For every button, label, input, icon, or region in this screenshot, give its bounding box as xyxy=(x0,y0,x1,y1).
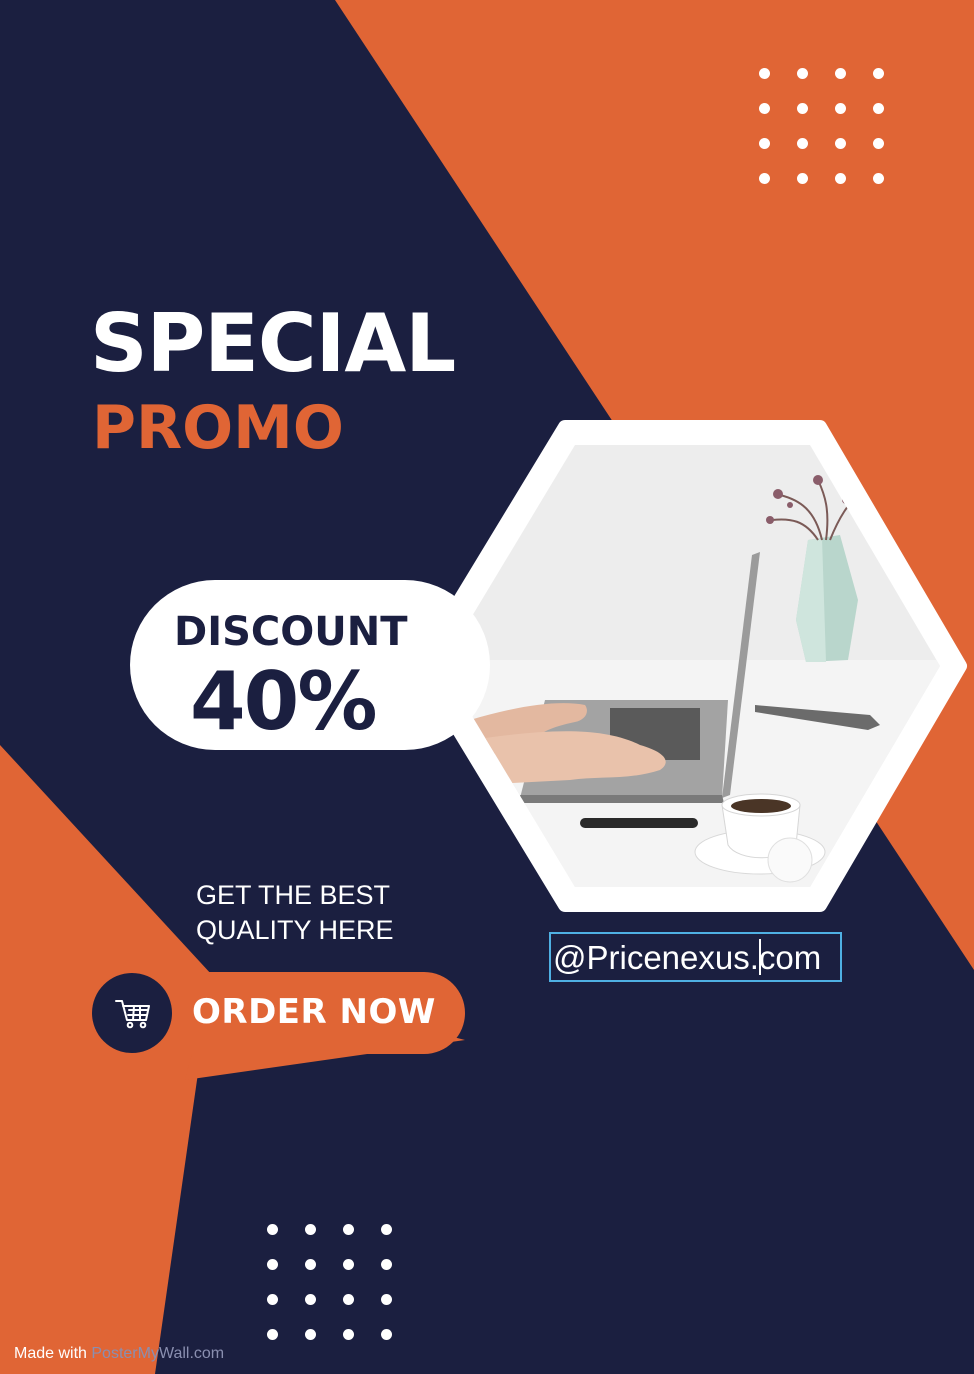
tagline-line-1: GET THE BEST xyxy=(196,880,391,910)
cart-button-circle[interactable] xyxy=(92,973,172,1053)
order-now-label[interactable]: ORDER NOW xyxy=(192,995,436,1029)
watermark-brand[interactable]: PosterMyWall.com xyxy=(91,1345,224,1362)
watermark: Made with PosterMyWall.com xyxy=(14,1344,224,1364)
discount-label: DISCOUNT xyxy=(174,609,408,655)
headline-special: SPECIAL xyxy=(90,297,456,390)
tagline-line-2: QUALITY HERE xyxy=(196,915,394,945)
tagline: GET THE BEST QUALITY HERE xyxy=(196,878,456,948)
watermark-prefix: Made with xyxy=(14,1345,92,1362)
dot-grid-top xyxy=(759,68,884,184)
text-cursor xyxy=(759,939,761,975)
discount-value: 40% xyxy=(190,655,377,748)
email-text[interactable]: @Pricenexus.com xyxy=(553,938,821,978)
dot-grid-bottom xyxy=(267,1224,392,1340)
headline-promo: PROMO xyxy=(92,393,344,463)
shopping-cart-icon xyxy=(115,1000,150,1029)
